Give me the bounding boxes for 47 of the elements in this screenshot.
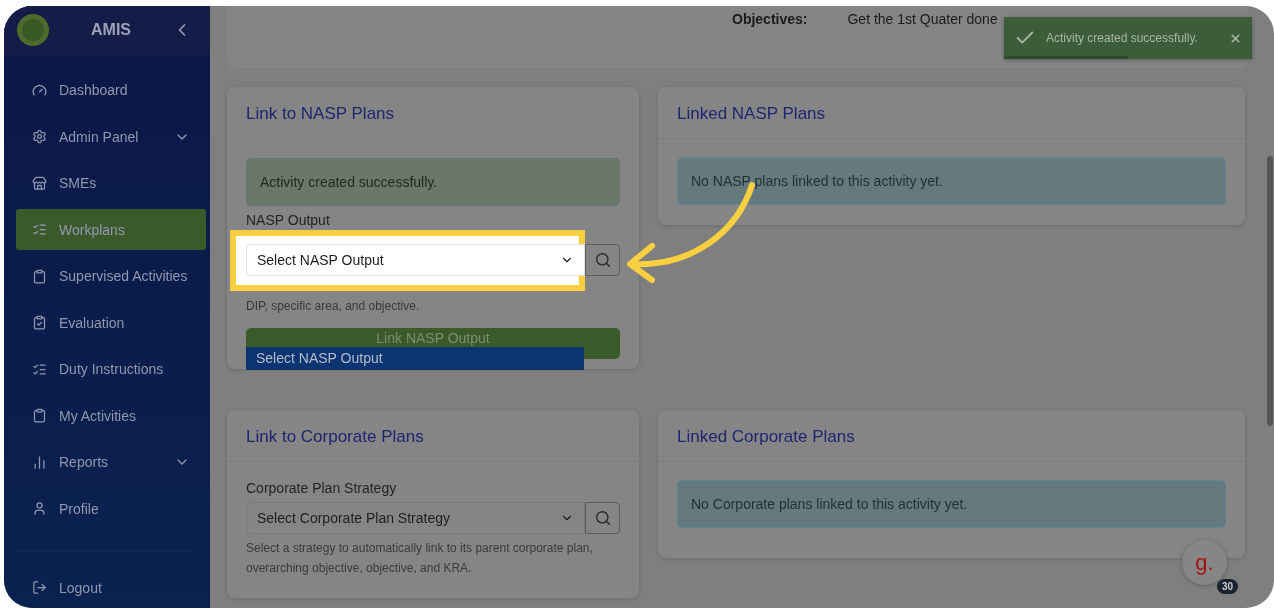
nav-item[interactable]: Reports [16,441,206,483]
field-label: Objectives: [732,11,808,27]
info-alert: No Corporate plans linked to this activity yet. [677,480,1226,528]
search-icon [595,253,610,267]
nav-item[interactable]: My Activities [16,395,206,437]
card-title: Link to NASP Plans [246,104,395,123]
nav-item[interactable]: Admin Panel [16,116,206,158]
search-button[interactable] [585,502,620,534]
select-field[interactable]: Select NASP Output [246,244,585,276]
help-text: DIP, specific area, and objective. [246,298,421,315]
logout-icon [32,580,47,595]
checklist-icon [32,222,47,238]
logout-link[interactable]: Logout [16,567,206,608]
field-value: Get the 1st Quater done [847,11,998,27]
store-icon [32,175,47,191]
toast-message: Activity created successfully. [1046,31,1199,45]
help-text: Select a strategy to automatically link to its parent corporate plan, overarching objective, objective, and KRA. [246,540,594,577]
search-button[interactable] [585,244,620,276]
search-icon [595,511,610,525]
nav-item[interactable]: SMEs [16,162,206,204]
card-title: Link to Corporate Plans [246,427,424,446]
field-label: Corporate Plan Strategy [246,480,398,496]
nav-item[interactable]: Supervised Activities [16,255,206,297]
card-title: Linked NASP Plans [677,104,826,123]
gauge-icon [32,82,47,98]
count-badge: 30 [1216,579,1238,594]
dropdown-menu[interactable]: Select NASP Output [246,347,584,370]
nav-item[interactable]: Dashboard [16,69,206,111]
clipboard-check-icon [32,315,47,331]
select-field[interactable]: Select Corporate Plan Strategy [246,502,585,534]
gear-icon [32,129,47,145]
nav-item[interactable]: Profile [16,488,206,530]
logo [16,13,50,48]
scrollbar[interactable] [1267,156,1273,426]
nav-item[interactable]: Duty Instructions [16,348,206,390]
clipboard-icon [32,408,47,424]
card-title: Linked Corporate Plans [677,427,855,446]
close-icon[interactable] [1229,31,1242,45]
nav-item[interactable]: Evaluation [16,302,206,344]
user-icon [32,501,47,517]
success-alert: Activity created successfully. [246,158,620,206]
field-label: NASP Output [246,212,331,228]
info-alert: No NASP plans linked to this activity yet. [677,157,1226,205]
checklist-icon [32,361,47,377]
bar-chart-icon [32,454,47,470]
brand-name: AMIS [90,21,132,40]
clipboard-icon [32,268,47,284]
